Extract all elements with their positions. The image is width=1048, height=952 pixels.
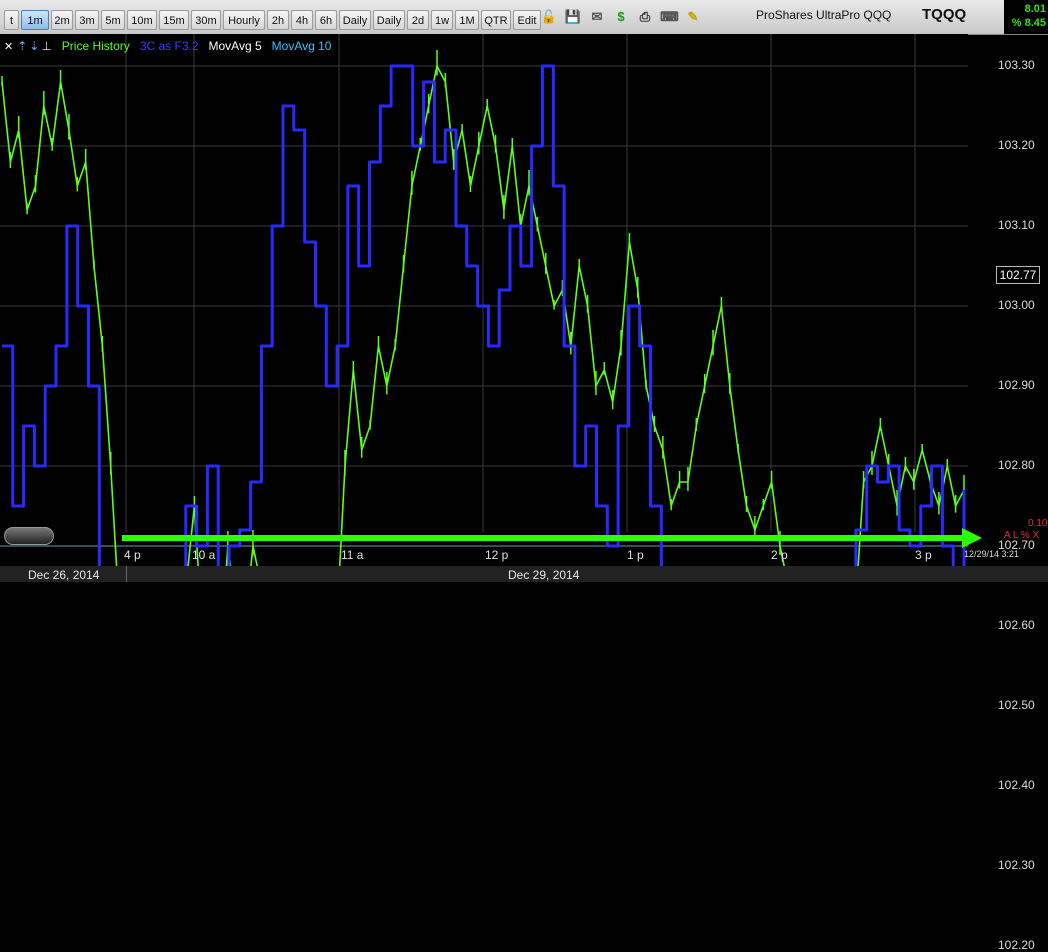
keyboard-icon[interactable]: ⌨ (660, 8, 679, 26)
quote-box: 8.01 % 8.45 (1004, 0, 1048, 34)
timeframe-button-16[interactable]: 1M (455, 10, 479, 30)
date-label: Dec 29, 2014 (508, 568, 580, 582)
last-price-tag: 102.77 (996, 266, 1040, 284)
time-axis-label: 12 p (485, 548, 509, 562)
price-axis-label: 102.50 (998, 698, 1035, 712)
price-axis-label: 103.00 (998, 298, 1035, 312)
time-axis-label: 11 a (341, 548, 364, 562)
dollar-icon[interactable]: $ (612, 8, 630, 26)
close-icon[interactable]: ✕ (4, 40, 13, 53)
time-axis-label: 10 a (192, 548, 216, 562)
legend-price-history[interactable]: Price History (62, 39, 130, 53)
legend-movavg10[interactable]: MovAvg 10 (272, 39, 332, 53)
date-label: Dec 26, 2014 (28, 568, 100, 582)
date-bar: Dec 26, 2014 Dec 29, 2014 (0, 566, 1048, 582)
timeframe-button-8[interactable]: Hourly (223, 10, 265, 30)
save-icon[interactable]: 💾 (564, 8, 582, 26)
chart-legend: ✕ ⇡ ⇣ ⊥ Price History 3C as F3.2 MovAvg … (4, 38, 331, 54)
time-axis-label: 2 p (771, 548, 788, 562)
time-axis-label: 4 p (124, 548, 141, 562)
date-separator (126, 566, 127, 582)
legend-movavg5[interactable]: MovAvg 5 (209, 39, 262, 53)
timeframe-button-0[interactable]: t (4, 10, 19, 30)
price-axis-label: 102.60 (998, 618, 1035, 632)
legend-study[interactable]: 3C as F3.2 (140, 39, 199, 53)
timeframe-button-1[interactable]: 1m (21, 10, 49, 30)
timeframe-button-12[interactable]: Daily (339, 10, 371, 30)
timeframe-button-4[interactable]: 5m (101, 10, 125, 30)
timeframe-button-13[interactable]: Daily (373, 10, 405, 30)
symbol-name: ProShares UltraPro QQQ (756, 8, 892, 22)
timeframe-button-6[interactable]: 15m (159, 10, 189, 30)
timeframe-button-9[interactable]: 2h (267, 10, 289, 30)
alert-flags[interactable]: A L % X (1004, 530, 1039, 541)
time-axis-label: 1 p (627, 548, 644, 562)
timeframe-button-17[interactable]: QTR (481, 10, 511, 30)
price-axis-label: 102.20 (998, 938, 1035, 952)
time-axis-label: 3 p (915, 548, 932, 562)
print-icon[interactable]: ⎙ (636, 8, 654, 26)
timeframe-button-14[interactable]: 2d (407, 10, 429, 30)
timeframe-button-11[interactable]: 6h (315, 10, 337, 30)
plot-background (0, 34, 968, 534)
price-axis-label: 103.30 (998, 58, 1035, 72)
timeframe-button-10[interactable]: 4h (291, 10, 313, 30)
bottom-indicator-value: 0.10 (1028, 518, 1048, 529)
lock-icon[interactable]: 🔓 (540, 8, 558, 26)
price-axis-label: 102.90 (998, 378, 1035, 392)
price-axis-label: 102.30 (998, 858, 1035, 872)
price-axis-label: 102.40 (998, 778, 1035, 792)
down-arrow-icon[interactable]: ⇣ (29, 39, 39, 53)
timeframe-button-5[interactable]: 10m (127, 10, 157, 30)
pin-icon[interactable]: ⊥ (41, 39, 51, 53)
price-chart[interactable] (0, 34, 1048, 566)
timeframe-button-18[interactable]: Edit (513, 10, 541, 30)
price-axis-label: 103.10 (998, 218, 1035, 232)
timeframe-button-7[interactable]: 30m (191, 10, 221, 30)
timeframe-button-3[interactable]: 3m (75, 10, 99, 30)
pencil-icon[interactable]: ✎ (684, 8, 702, 26)
timestamp: 12/29/14 3:21 (964, 549, 1020, 559)
price-axis-label: 102.80 (998, 458, 1035, 472)
scroll-handle[interactable] (4, 527, 54, 545)
up-arrow-icon[interactable]: ⇡ (17, 39, 27, 53)
price-axis-label: 103.20 (998, 138, 1035, 152)
timeframe-button-15[interactable]: 1w (431, 10, 453, 30)
quote-value: 8.01 (1024, 3, 1046, 15)
mail-icon[interactable]: ✉ (588, 8, 606, 26)
timeframe-button-2[interactable]: 2m (51, 10, 73, 30)
quote-percent: % 8.45 (1011, 17, 1046, 29)
ticker-symbol[interactable]: TQQQ (922, 6, 966, 23)
price-axis: 103.30 103.20 103.10 103.00 102.90 102.80 102.… (968, 34, 1048, 952)
